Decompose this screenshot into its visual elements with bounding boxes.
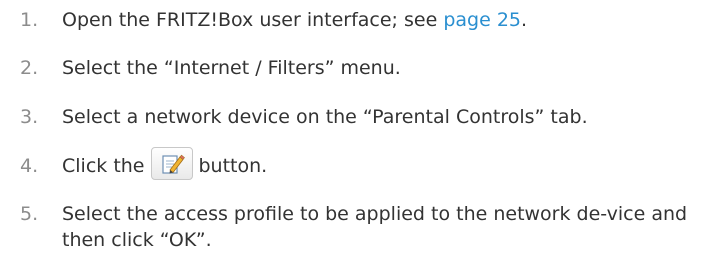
edit-icon <box>161 154 185 174</box>
step-text: Select the “Internet / Filters” menu. <box>62 57 401 79</box>
page-link[interactable]: page 25 <box>443 9 521 31</box>
step-text-before: Open the FRITZ!Box user interface; see <box>62 9 444 31</box>
step-number: 5. <box>20 203 39 225</box>
step-text-after: . <box>521 9 528 31</box>
step-text: Click the button. <box>62 147 706 180</box>
step-text-before: Click the <box>62 155 145 177</box>
edit-button[interactable] <box>150 147 193 180</box>
step-number: 3. <box>20 106 39 128</box>
step-number: 1. <box>20 9 39 31</box>
step-number: 4. <box>20 155 39 177</box>
step-text-after: button. <box>198 155 268 177</box>
step-text: Open the FRITZ!Box user interface; see p… <box>62 7 706 33</box>
step-text: Select the access profile to be applied … <box>62 203 688 251</box>
step-number: 2. <box>20 57 39 79</box>
step-text: Select a network device on the “Parental… <box>62 106 588 128</box>
